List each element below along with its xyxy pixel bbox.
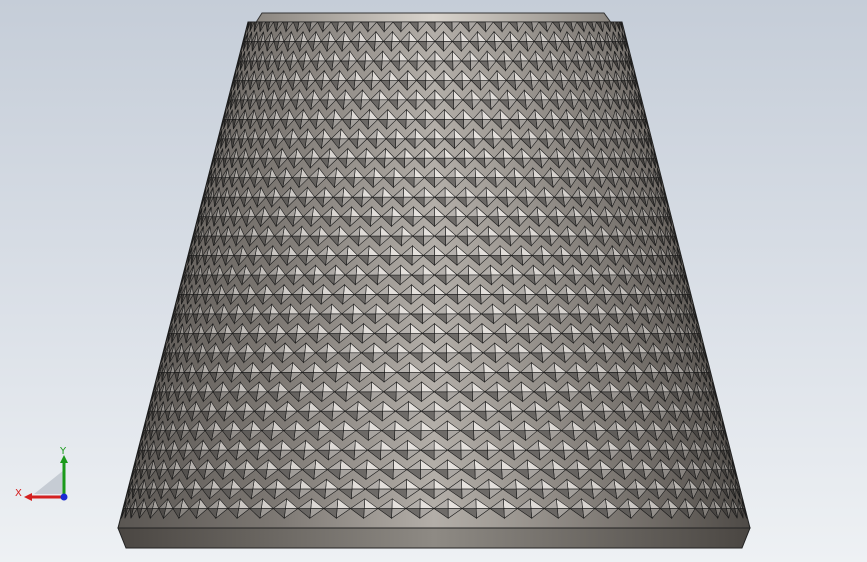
x-axis-arrowhead bbox=[24, 493, 32, 501]
x-axis-label: X bbox=[15, 488, 22, 499]
z-axis-dot bbox=[60, 493, 68, 501]
bottom-base bbox=[117, 527, 751, 549]
graphics-viewport[interactable]: X Y bbox=[0, 0, 867, 562]
y-axis-label: Y bbox=[59, 446, 67, 457]
knurled-cone-model[interactable] bbox=[0, 0, 867, 562]
coordinate-triad: X Y bbox=[15, 446, 68, 501]
knurl-pattern bbox=[121, 22, 747, 520]
triad-plane-indicator bbox=[34, 470, 64, 494]
